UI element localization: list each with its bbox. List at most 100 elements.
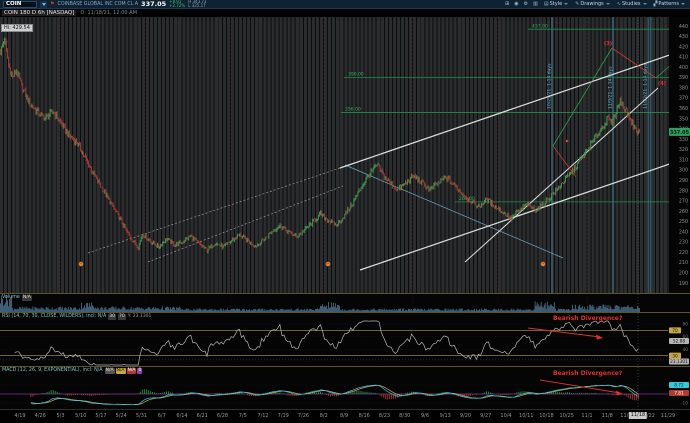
- rsi-level-badge-30: 30: [108, 314, 116, 320]
- candles: [1, 37, 640, 253]
- time-axis-label: 9/13: [440, 413, 451, 419]
- alert-flag-icon[interactable]: ⚑: [50, 2, 54, 7]
- volume-panel[interactable]: Volume N/A: [0, 293, 690, 312]
- svg-text:(4): (4): [658, 81, 666, 87]
- svg-text:30: 30: [672, 353, 678, 359]
- svg-text:220: 220: [679, 250, 688, 256]
- svg-text:23.1301: 23.1301: [670, 359, 688, 365]
- rsi-panel[interactable]: RSI (14, 70, 30, CLOSE, WILDERS), incl: …: [0, 312, 690, 366]
- svg-text:210: 210: [679, 260, 688, 266]
- caret-down-icon: [42, 3, 46, 6]
- time-axis-label: 5/17: [95, 413, 106, 419]
- svg-text:420: 420: [679, 44, 688, 50]
- volume-bars: [1, 294, 690, 313]
- time-axis-label: 7/12: [257, 413, 268, 419]
- volume-svg: [0, 294, 690, 313]
- volume-badge: N/A: [22, 295, 32, 301]
- symbol-input[interactable]: COIN: [3, 1, 37, 8]
- price-chart-area[interactable]: 10/25/21: 1-14 days11/9/21: 1-14 days11/…: [0, 17, 690, 293]
- columns-icon[interactable]: ▥: [532, 1, 539, 7]
- time-axis-label: 5/3: [56, 413, 64, 419]
- svg-text:10/25/21: 1-14 days: 10/25/21: 1-14 days: [547, 63, 553, 109]
- svg-text:410: 410: [679, 55, 688, 61]
- time-axis-label: 6/7: [158, 413, 166, 419]
- caret-down-icon: [643, 3, 647, 5]
- time-axis-label: 8/16: [359, 413, 370, 419]
- time-axis-label: 10/4: [500, 413, 511, 419]
- svg-text:260: 260: [679, 209, 688, 215]
- svg-text:(3): (3): [604, 41, 612, 47]
- time-axis-label: 5/10: [75, 413, 86, 419]
- gear-icon[interactable]: ⚙: [523, 1, 529, 7]
- rsi-y-readout: Y: 23.1301: [128, 314, 152, 319]
- macd-header-badge: N/A: [105, 368, 115, 374]
- layout-grid-icon[interactable]: ⊞: [504, 1, 510, 7]
- macd-panel[interactable]: MACD (12, 26, 9, EXPONENTIAL), incl: N/A…: [0, 366, 690, 409]
- svg-text:337.05: 337.05: [670, 130, 690, 136]
- macd-header-badge: N/A: [127, 368, 137, 374]
- patterns-button[interactable]: ▞ Patterns: [652, 1, 687, 7]
- price-chart-svg[interactable]: 10/25/21: 1-14 days11/9/21: 1-14 days11/…: [0, 17, 690, 293]
- time-axis: 11/18 4/194/265/35/105/175/245/316/76/14…: [0, 409, 690, 423]
- time-axis-label: 10/25: [560, 413, 574, 419]
- svg-text:430: 430: [679, 34, 688, 40]
- svg-text:230: 230: [679, 240, 688, 246]
- svg-text:390: 390: [679, 75, 688, 81]
- svg-text:250: 250: [679, 219, 688, 225]
- time-axis-label: 11/1: [581, 413, 592, 419]
- price-axis: 1902002102202302402502602702802903003103…: [669, 17, 690, 293]
- svg-text:440: 440: [679, 24, 688, 30]
- time-axis-label: 8/23: [379, 413, 390, 419]
- info-icon[interactable]: ⓘ: [2, 37, 8, 46]
- time-axis-label: 4/26: [35, 413, 46, 419]
- note-label: Hi: 429.54: [1, 24, 33, 32]
- price-change-pct: +2.72%: [169, 4, 185, 8]
- time-axis-label: 10/18: [539, 413, 553, 419]
- day-low: L 325.17: [188, 4, 206, 8]
- time-axis-label: 7/26: [298, 413, 309, 419]
- caret-down-icon: [606, 3, 610, 5]
- pencil-icon: ✎: [575, 1, 579, 7]
- studies-button[interactable]: ∿ Studies: [615, 1, 649, 7]
- time-axis-label: 7/5: [239, 413, 247, 419]
- svg-text:270: 270: [679, 199, 688, 205]
- svg-text:290: 290: [679, 178, 688, 184]
- trading-platform-window: COIN ⚑ COINBASE GLOBAL INC COM CL A 337.…: [0, 0, 690, 423]
- patterns-icon: ▞: [654, 1, 658, 7]
- svg-text:190: 190: [679, 281, 688, 287]
- svg-text:300: 300: [679, 168, 688, 174]
- crosshair-date-badge: 11/18: [629, 412, 647, 419]
- account-icon[interactable]: ◉: [513, 1, 519, 7]
- chart-title[interactable]: COIN 180 D 6h [NASDAQ]: [2, 10, 76, 16]
- company-name: COINBASE GLOBAL INC COM CL A: [57, 2, 138, 7]
- time-axis-label: 11/29: [661, 413, 675, 419]
- svg-text:-10: -10: [681, 401, 688, 407]
- svg-text:7.81: 7.81: [674, 391, 684, 397]
- macd-header-badge: 0: [137, 368, 142, 374]
- svg-text:8.72: 8.72: [674, 383, 684, 389]
- svg-text:350: 350: [679, 116, 688, 122]
- last-price: 337.05: [141, 0, 166, 8]
- svg-text:370: 370: [679, 96, 688, 102]
- drawings-button[interactable]: ✎ Drawings: [573, 1, 612, 7]
- event-markers: [79, 262, 546, 267]
- svg-text:437.00: 437.00: [532, 23, 548, 29]
- symbol-dropdown-button[interactable]: [40, 1, 47, 8]
- rsi-divergence-note: Bearish Divergence?: [553, 315, 622, 322]
- top-toolbar: COIN ⚑ COINBASE GLOBAL INC COM CL A 337.…: [0, 0, 690, 9]
- macd-title: MACD (12, 26, 9, EXPONENTIAL), incl: N/A: [2, 368, 103, 373]
- time-axis-label: 10/11: [519, 413, 533, 419]
- month-gridlines: [60, 17, 587, 293]
- time-axis-label: 8/30: [399, 413, 410, 419]
- svg-text:330: 330: [679, 137, 688, 143]
- svg-text:380: 380: [679, 85, 688, 91]
- svg-text:400: 400: [679, 65, 688, 71]
- svg-text:356.00: 356.00: [345, 107, 361, 113]
- time-axis-label: 9/6: [421, 413, 429, 419]
- trend-lines: [88, 48, 690, 270]
- svg-text:80: 80: [683, 322, 689, 328]
- change-stack: +8.91 +2.72%: [169, 0, 185, 8]
- svg-text:360: 360: [679, 106, 688, 112]
- style-button[interactable]: ▤ Style: [542, 1, 570, 7]
- time-annotation-lines: 10/25/21: 1-14 days11/9/21: 1-14 days11/…: [547, 17, 652, 293]
